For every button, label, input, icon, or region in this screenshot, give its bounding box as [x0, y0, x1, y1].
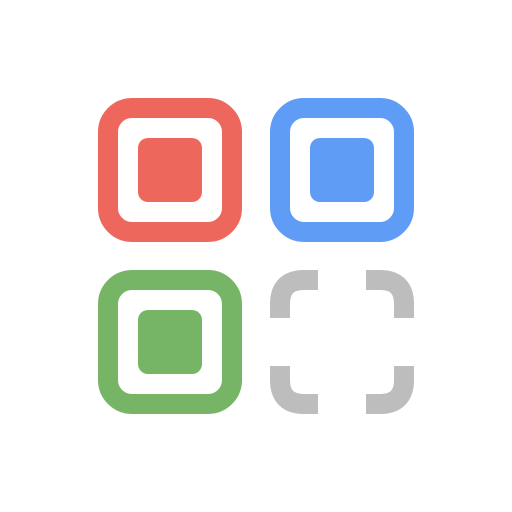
- blue-tile: [270, 98, 414, 242]
- blue-tile-center: [310, 138, 374, 202]
- empty-tile: [270, 270, 414, 414]
- red-tile: [98, 98, 242, 242]
- green-tile-center: [138, 310, 202, 374]
- empty-tile-corner-top-left: [270, 270, 318, 318]
- color-grid-app-icon: [98, 98, 414, 414]
- empty-tile-corner-bottom-left: [270, 366, 318, 414]
- empty-tile-corner-top-right: [366, 270, 414, 318]
- green-tile: [98, 270, 242, 414]
- empty-tile-corner-bottom-right: [366, 366, 414, 414]
- red-tile-center: [138, 138, 202, 202]
- app-icon-canvas: [0, 0, 512, 512]
